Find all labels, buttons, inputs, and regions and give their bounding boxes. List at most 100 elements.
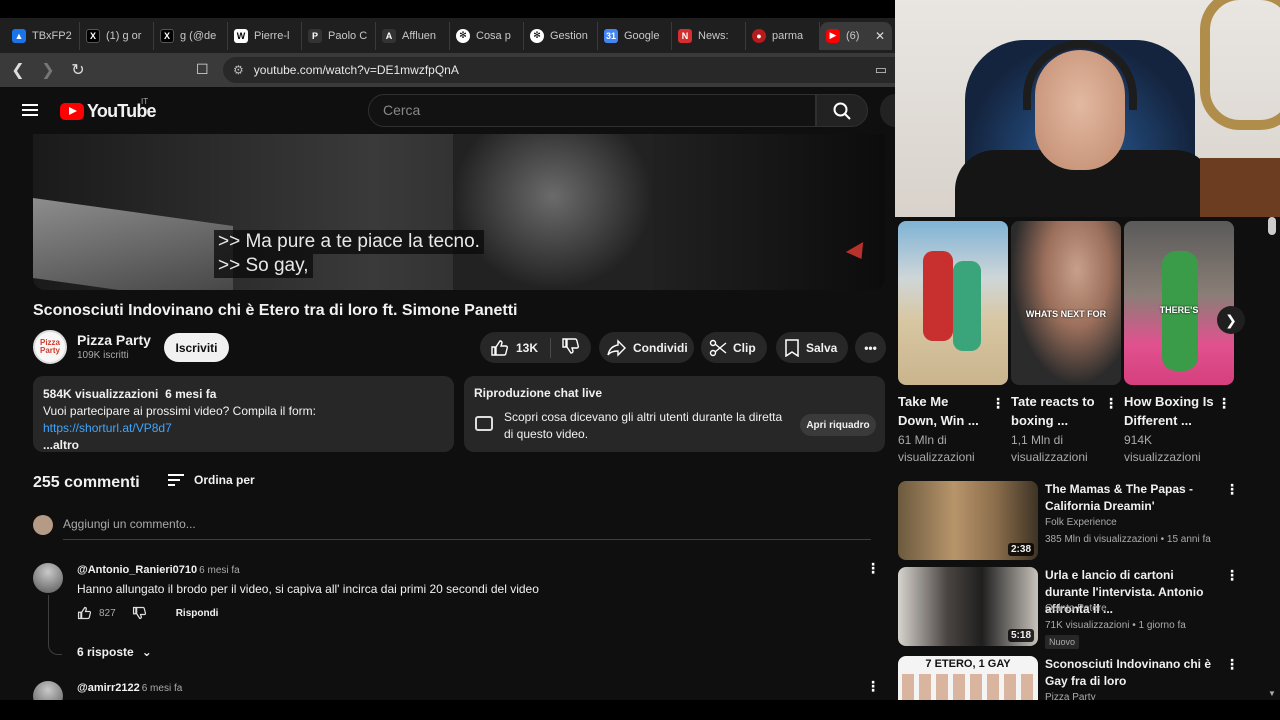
more-vertical-icon[interactable]: ⋮ <box>1225 482 1239 496</box>
video-frame-content <box>33 197 233 290</box>
browser-tab[interactable]: 31 Google <box>598 21 672 50</box>
related-video-title[interactable]: The Mamas & The Papas - California Dream… <box>1045 481 1215 515</box>
related-video[interactable]: 5:18 Urla e lancio di cartoni durante l'… <box>898 567 1268 649</box>
short-title[interactable]: How Boxing Is Different ... <box>1124 392 1214 430</box>
forward-icon[interactable]: ❯ <box>36 60 60 80</box>
search-input[interactable]: Cerca <box>368 94 816 127</box>
related-video[interactable]: 7 ETERO, 1 GAY Sconosciuti Indovinano ch… <box>898 656 1268 700</box>
more-vertical-icon[interactable]: ⋮ <box>866 679 880 693</box>
subscribe-button[interactable]: Iscriviti <box>164 333 229 362</box>
save-button[interactable]: Salva <box>776 332 848 363</box>
search-icon <box>833 102 851 120</box>
related-video-meta: 71K visualizzazioni • 1 giorno fa <box>1045 620 1186 631</box>
browser-tab[interactable]: N News: <box>672 21 746 50</box>
browser-tab-active[interactable]: ▶ (6) ✕ <box>820 21 892 50</box>
related-video-title[interactable]: Sconosciuti Indovinano chi è Gay fra di … <box>1045 656 1215 690</box>
new-badge: Nuovo <box>1045 635 1080 649</box>
calendar-icon: 31 <box>604 28 618 43</box>
sort-comments-button[interactable]: Ordina per <box>168 473 255 487</box>
browser-tab[interactable]: ● parma <box>746 21 820 50</box>
related-video[interactable]: 2:38 The Mamas & The Papas - California … <box>898 481 1268 561</box>
x-icon: X <box>86 28 100 43</box>
channel-subscribers: 109K iscritti <box>77 350 129 361</box>
short-title[interactable]: Tate reacts to boxing ... <box>1011 392 1101 430</box>
install-app-icon[interactable]: ▭ <box>875 62 887 78</box>
browser-tab[interactable]: ✻ Cosa p <box>450 21 524 50</box>
short-item[interactable]: WHATS NEXT FOR Tate reacts to boxing ...… <box>1011 221 1121 464</box>
more-vertical-icon[interactable]: ⋮ <box>1217 396 1231 410</box>
site-info-icon[interactable]: ⚙ <box>233 63 244 77</box>
bookmark-icon <box>785 338 799 357</box>
related-video-channel[interactable]: Quinto Potere <box>1045 603 1107 614</box>
youtube-logo[interactable]: YouTube IT <box>60 97 157 122</box>
short-views: 61 Mln di visualizzazioni <box>898 433 975 464</box>
video-thumbnail[interactable]: 7 ETERO, 1 GAY <box>898 656 1038 700</box>
thumbs-up-icon <box>491 339 508 356</box>
short-thumbnail[interactable]: THERE'S <box>1124 221 1234 385</box>
shield-icon: ● <box>752 28 766 43</box>
back-icon[interactable]: ❮ <box>6 60 30 80</box>
browser-tab[interactable]: W Pierre-l <box>228 21 302 50</box>
share-button[interactable]: Condividi <box>599 332 694 363</box>
more-vertical-icon[interactable]: ⋮ <box>991 396 1005 410</box>
channel-name[interactable]: Pizza Party <box>77 332 151 348</box>
short-title[interactable]: Take Me Down, Win ... <box>898 392 988 430</box>
browser-tab[interactable]: ▲ TBxFP2 <box>6 21 80 50</box>
short-item[interactable]: Take Me Down, Win ... 61 Mln di visualiz… <box>898 221 1008 464</box>
thumbs-up-icon[interactable] <box>77 606 91 620</box>
browser-tab[interactable]: A Affluen <box>376 21 450 50</box>
close-icon[interactable]: ✕ <box>875 29 885 43</box>
scroll-down-arrow-icon[interactable]: ▼ <box>1268 689 1276 698</box>
shorts-next-button[interactable]: ❯ <box>1217 306 1245 334</box>
short-item[interactable]: THERE'S How Boxing Is Different ... 914K… <box>1124 221 1234 464</box>
browser-tab[interactable]: X (1) g or <box>80 21 154 50</box>
more-vertical-icon[interactable]: ⋮ <box>1104 396 1118 410</box>
related-video-channel[interactable]: Folk Experience <box>1045 517 1117 528</box>
short-thumbnail[interactable] <box>898 221 1008 385</box>
replies-toggle[interactable]: 6 risposte ⌄ <box>77 645 152 659</box>
video-thumbnail[interactable]: 2:38 <box>898 481 1038 560</box>
search-button[interactable] <box>816 94 868 127</box>
like-button[interactable]: 13K <box>480 337 552 358</box>
short-views: 914K visualizzazioni <box>1124 433 1201 464</box>
share-icon <box>607 338 626 357</box>
comment-author[interactable]: @amirr2122 6 mesi fa <box>77 682 182 694</box>
video-thumbnail[interactable]: 5:18 <box>898 567 1038 646</box>
reload-icon[interactable]: ↻ <box>66 60 90 80</box>
reply-button[interactable]: Rispondi <box>176 608 219 619</box>
more-vertical-icon[interactable]: ⋮ <box>1225 568 1239 582</box>
browser-tab[interactable]: ✻ Gestion <box>524 21 598 50</box>
browser-tab[interactable]: P Paolo C <box>302 21 376 50</box>
more-vertical-icon[interactable]: ⋮ <box>866 561 880 575</box>
browser-tab[interactable]: Xg (@de <box>154 21 228 50</box>
video-description[interactable]: 584K visualizzazioni 6 mesi fa Vuoi part… <box>33 376 454 452</box>
webcam-overlay <box>895 0 1280 217</box>
chevron-right-icon: ❯ <box>1225 311 1237 328</box>
chatgpt-icon: ✻ <box>530 28 544 43</box>
clip-button[interactable]: Clip <box>701 332 767 363</box>
add-comment-input[interactable]: Aggiungi un commento... <box>63 517 871 540</box>
comment-author[interactable]: @Antonio_Ranieri0710 6 mesi fa <box>77 564 240 576</box>
comment-avatar[interactable] <box>33 563 63 593</box>
channel-avatar[interactable]: Pizza Party <box>33 330 67 364</box>
chat-replay-panel: Riproduzione chat live Scopri cosa dicev… <box>464 376 885 452</box>
bottom-bar <box>0 700 1280 720</box>
more-vertical-icon[interactable]: ⋮ <box>1225 657 1239 671</box>
dislike-button[interactable] <box>551 337 579 358</box>
open-chat-button[interactable]: Apri riquadro <box>800 414 876 436</box>
scrollbar-thumb[interactable] <box>1268 217 1276 235</box>
show-more-link[interactable]: ...altro <box>43 437 444 454</box>
sort-icon <box>168 474 184 486</box>
bookmark-icon[interactable]: ☐ <box>196 61 209 78</box>
youtube-play-icon <box>60 103 84 120</box>
thumbs-down-icon[interactable] <box>132 606 146 620</box>
short-thumbnail[interactable]: WHATS NEXT FOR <box>1011 221 1121 385</box>
description-link[interactable]: https://shorturl.at/VP8d7 <box>43 421 172 435</box>
more-actions-button[interactable]: ••• <box>855 332 886 363</box>
video-title: Sconosciuti Indovinano chi è Etero tra d… <box>33 302 518 319</box>
menu-icon[interactable] <box>22 104 38 116</box>
related-video-channel[interactable]: Pizza Party <box>1045 692 1096 700</box>
address-bar[interactable]: ⚙ youtube.com/watch?v=DE1mwzfpQnA ▭ <box>223 57 895 83</box>
thumbnail-text: 7 ETERO, 1 GAY <box>925 658 1011 670</box>
browser-toolbar: ❮ ❯ ↻ ☐ ⚙ youtube.com/watch?v=DE1mwzfpQn… <box>0 53 895 87</box>
